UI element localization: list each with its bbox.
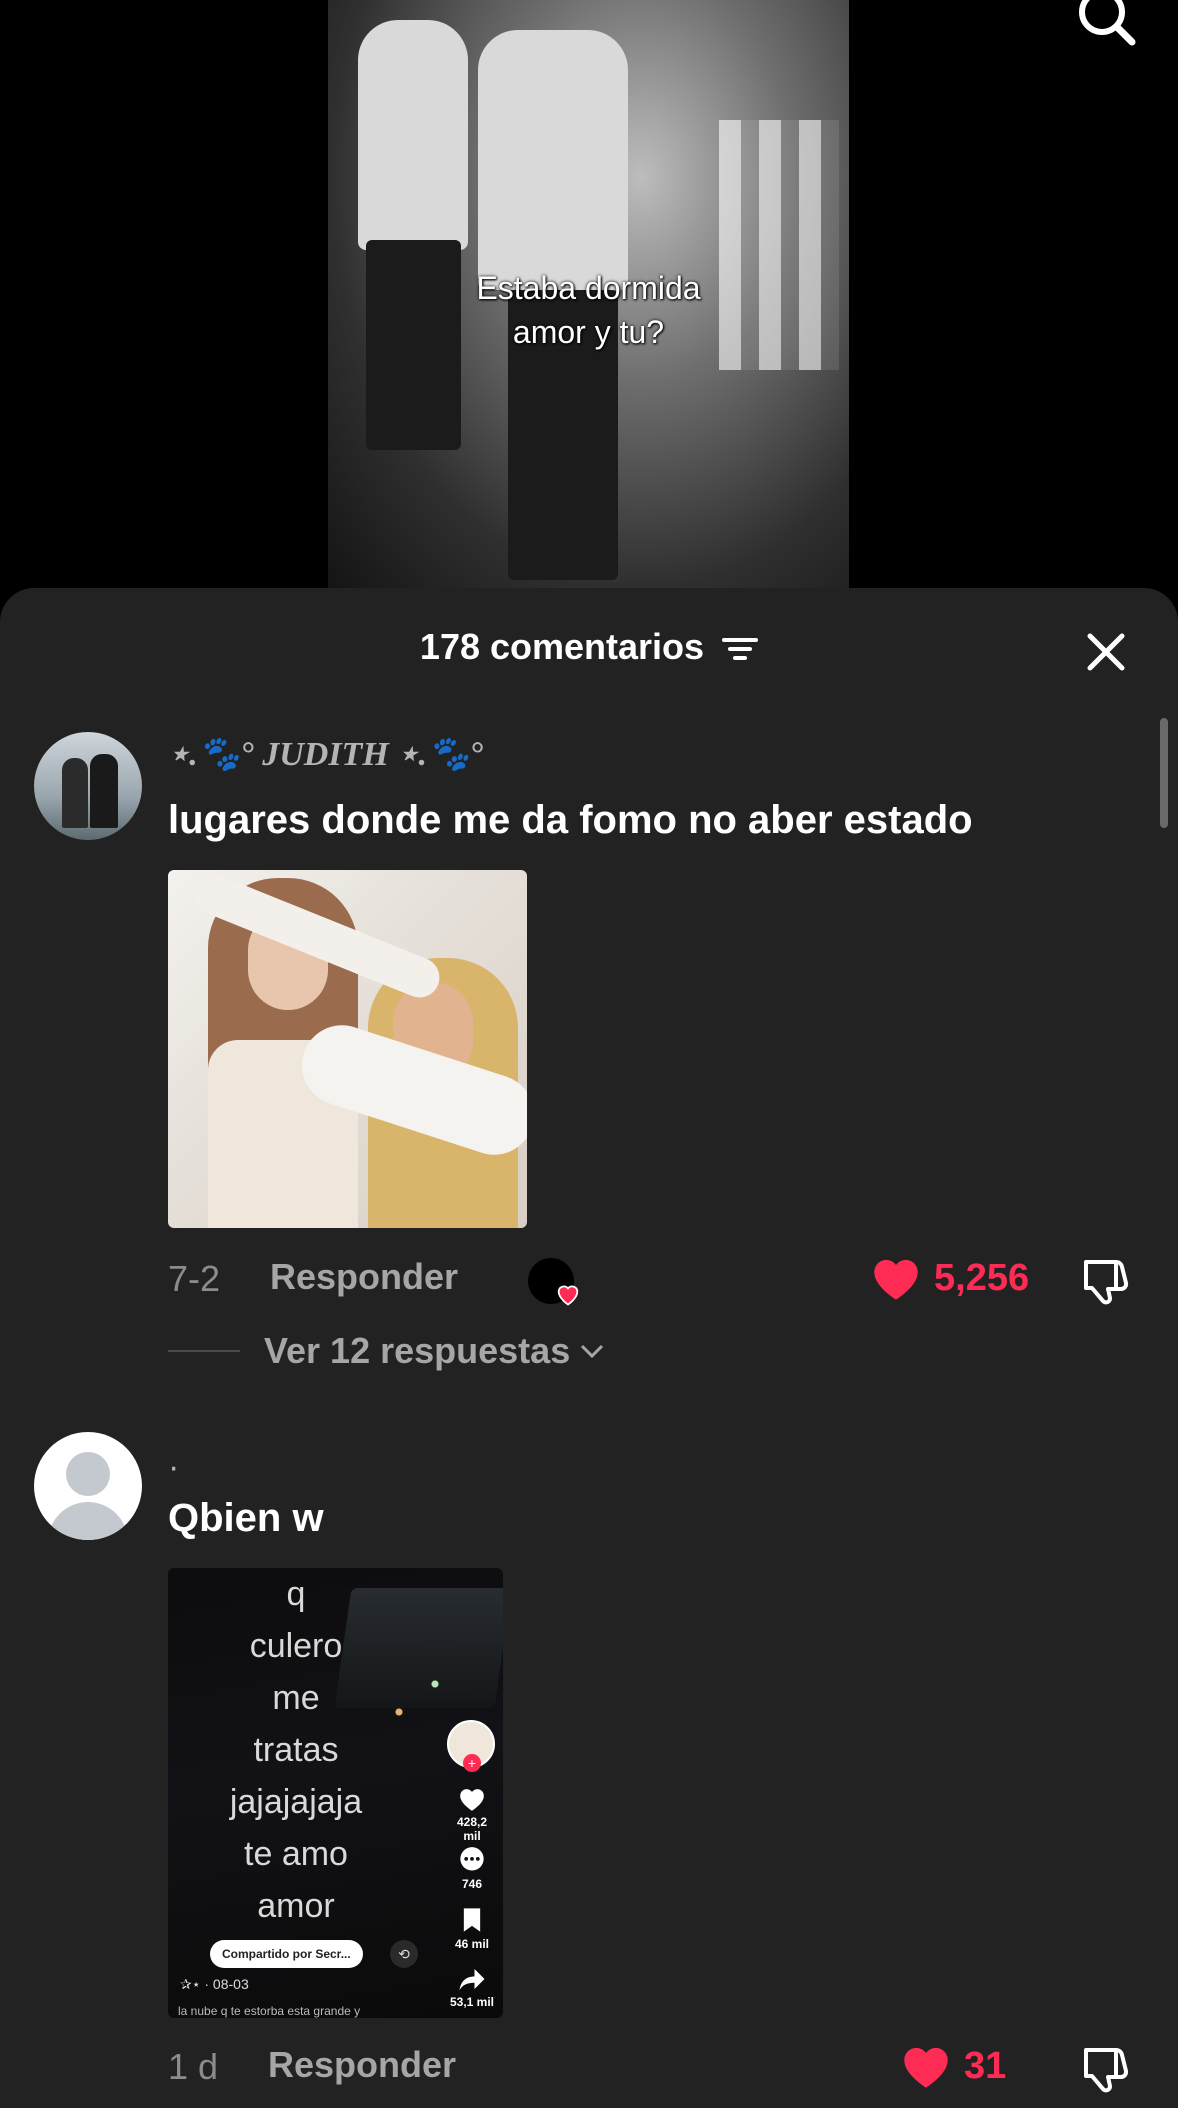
comments-sheet: 178 comentarios ⋆.🐾° JUDITH ⋆.🐾° lugares… [0,588,1178,2108]
heart-icon [460,1789,484,1811]
shared-video-date: ✰⋆ · 08-03 [180,1976,249,1992]
dislike-icon[interactable] [1080,1256,1134,1306]
shared-video-truncated-caption: la nube q te estorba esta grande y [178,2004,361,2018]
video-shares-count: 53,1 mil [449,1995,495,2009]
comment-username[interactable]: ⋆.🐾° JUDITH ⋆.🐾° [168,734,483,774]
video-comments-count: 746 [461,1877,483,1891]
video-creator-avatar: + [447,1720,495,1772]
comment-date: 1 d [168,2046,219,2087]
shared-by-pill: Compartido por Secr... [210,1940,363,1968]
shared-video-caption: q culero me tratas jajajajaja te amo amo… [186,1568,406,1932]
caption-line: jajajajaja [229,1783,363,1821]
video-saves-count: 46 mil [454,1937,490,1951]
comment-text: Qbien w [168,1496,324,1540]
replies-divider [168,1350,240,1352]
heart-filled-icon [874,1259,918,1300]
video-frame[interactable]: Estaba dormida amor y tu? [328,0,849,590]
avatar[interactable] [34,732,142,840]
scrollbar-thumb[interactable] [1160,718,1168,828]
bookmark-icon [463,1908,481,1932]
repost-icon: ⟲ [390,1940,418,1968]
caption-line: amor [257,1887,335,1925]
caption-line: me [272,1679,320,1717]
view-replies-label: Ver 12 respuestas [264,1330,571,1371]
creator-liked-badge [528,1258,579,1306]
like-button[interactable]: 5,256 [870,1254,1029,1302]
avatar-person-right [90,754,118,828]
avatar-head [66,1452,110,1496]
comment-username[interactable]: · [168,1448,179,1487]
comments-header: 178 comentarios [0,626,1178,668]
like-button[interactable]: 31 [900,2042,1006,2090]
like-count: 5,256 [934,1256,1030,1299]
caption-line: culero [249,1627,343,1665]
video-caption-line-2: amor y tu? [512,314,665,350]
avatar-person-left [62,758,88,828]
comments-count-title: 178 comentarios [419,626,705,667]
like-count: 31 [964,2044,1007,2087]
video-caption-line-1: Estaba dormida [476,270,701,306]
search-icon[interactable] [1072,0,1142,52]
video-shares: 53,1 mil [447,1966,497,2009]
caption-line: tratas [253,1731,339,1769]
follow-plus-icon: + [463,1754,481,1772]
comment-date: 7-2 [168,1258,221,1299]
caption-line: q [286,1575,306,1613]
share-arrow-icon [459,1969,485,1991]
video-player[interactable]: Estaba dormida amor y tu? [0,0,1178,600]
heart-filled-icon [904,2047,948,2088]
video-figure-center [478,30,628,290]
sort-filter-icon[interactable] [722,635,759,663]
reply-button[interactable]: Responder [268,2044,456,2086]
video-likes-count: 428,2 mil [456,1815,488,1843]
view-replies-button[interactable]: Ver 12 respuestas [168,1330,606,1372]
avatar-default[interactable] [34,1432,142,1540]
avatar-body [48,1502,128,1540]
video-likes: 428,2 mil [447,1786,497,1843]
comment-image[interactable] [168,870,527,1228]
close-icon[interactable] [1082,628,1130,676]
video-saves: 46 mil [447,1906,497,1951]
heart-icon [557,1285,579,1306]
caption-line: te amo [244,1835,348,1873]
shared-video-thumbnail[interactable]: q culero me tratas jajajajaja te amo amo… [168,1568,503,2018]
reply-button[interactable]: Responder [270,1256,458,1298]
comment-text: lugares donde me da fomo no aber estado [168,798,973,842]
video-figure-left [358,20,468,250]
video-comments: 746 [447,1846,497,1891]
dislike-icon[interactable] [1080,2044,1134,2094]
comment-bubble-icon [460,1847,484,1871]
chevron-down-icon [581,1344,604,1359]
